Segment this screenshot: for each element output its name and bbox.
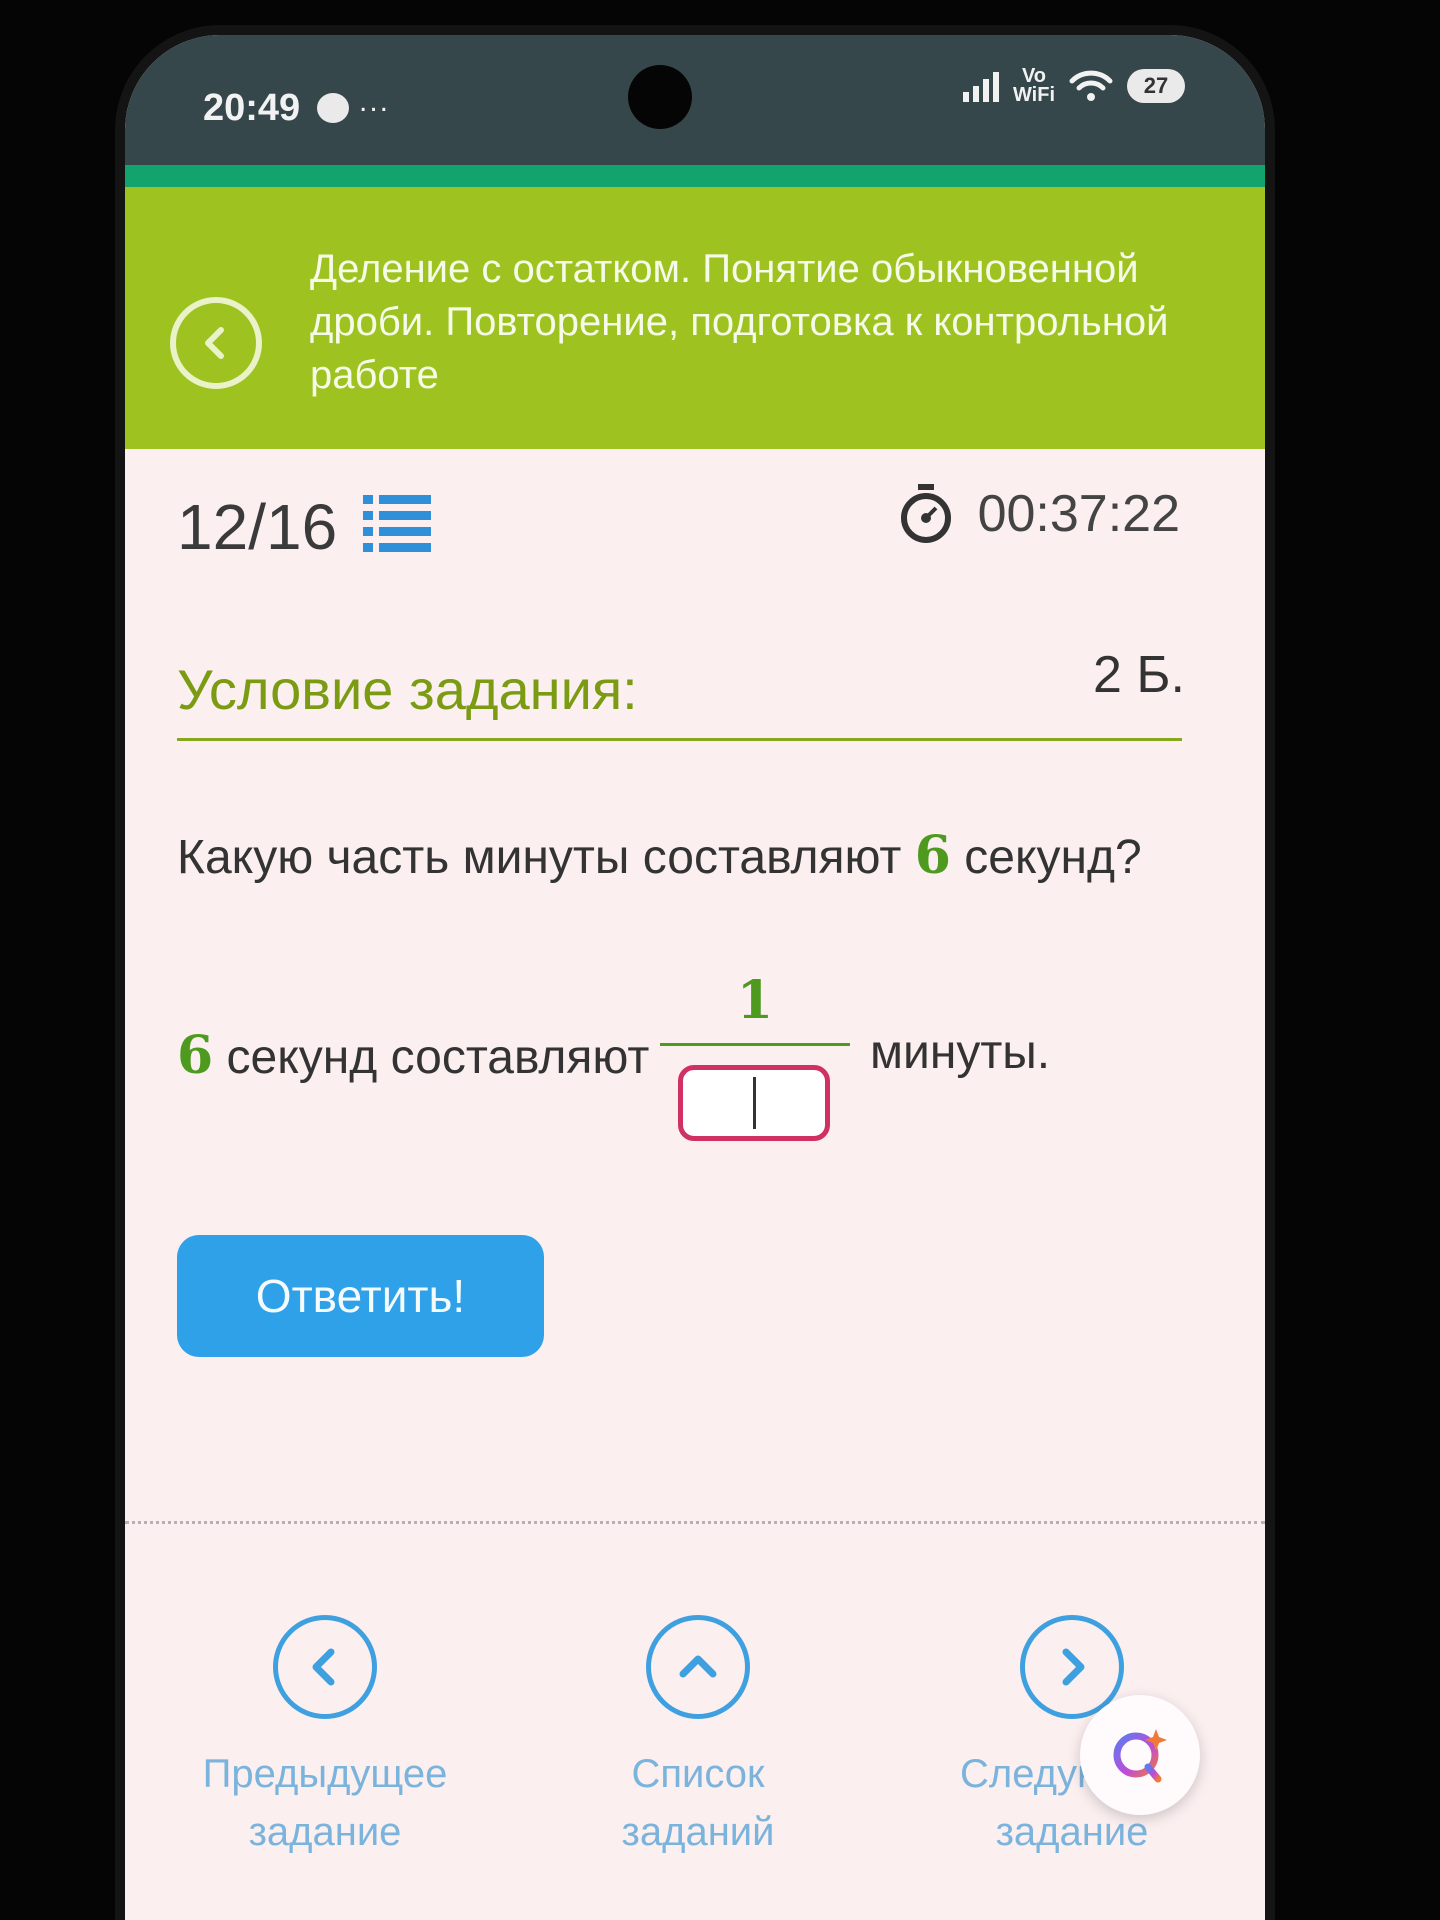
- wifi-icon: [1069, 69, 1113, 103]
- question-number: 6: [914, 825, 951, 886]
- condition-title: Условие задания:: [177, 658, 638, 721]
- chevron-right-icon: [1062, 1648, 1085, 1686]
- battery-icon: 27: [1127, 69, 1185, 103]
- fraction-bar: [660, 1043, 850, 1046]
- assistant-fab[interactable]: [1080, 1695, 1200, 1815]
- assistant-icon: [1113, 1729, 1167, 1783]
- status-notifications: ...: [317, 85, 390, 123]
- list-label[interactable]: Список заданий: [573, 1745, 823, 1861]
- task-list-icon[interactable]: [363, 491, 431, 562]
- status-time: 20:49: [203, 87, 301, 129]
- back-button[interactable]: [170, 297, 262, 389]
- condition-divider: [177, 738, 1182, 741]
- status-indicators: Vo WiFi 27: [962, 66, 1185, 106]
- phone-screen: 20:49 ... Vo WiFi 27 Деление с остатком.…: [125, 35, 1265, 1920]
- fraction-numerator: 1: [736, 970, 774, 1031]
- accent-strip: [125, 165, 1265, 187]
- chevron-left-icon: [312, 1648, 335, 1686]
- prev-circle[interactable]: [273, 1615, 377, 1719]
- answer-number: 6: [177, 1025, 214, 1086]
- footer-divider: [125, 1521, 1265, 1524]
- prev-label-line1: Предыдущее: [202, 1752, 448, 1796]
- question-after: секунд?: [950, 831, 1142, 884]
- prev-task-button[interactable]: Предыдущее задание: [200, 1615, 450, 1861]
- question-before: Какую часть минуты составляют: [177, 831, 915, 884]
- timer-value: 00:37:22: [977, 485, 1180, 543]
- answer-text: секунд составляют: [213, 1031, 650, 1084]
- submit-button[interactable]: Ответить!: [177, 1235, 544, 1357]
- list-label-line1: Список: [631, 1752, 765, 1796]
- task-counter: 12/16: [177, 491, 338, 563]
- lesson-header: Деление с остатком. Понятие обыкновенной…: [125, 187, 1265, 449]
- stopwatch-icon: [900, 484, 951, 543]
- notification-icon: [317, 93, 349, 123]
- lesson-title: Деление с остатком. Понятие обыкновенной…: [310, 247, 1169, 397]
- answer-fraction: 1: [660, 970, 850, 1150]
- status-bar: 20:49 ... Vo WiFi 27: [125, 35, 1265, 165]
- denominator-input[interactable]: [678, 1065, 830, 1141]
- list-label-line2: заданий: [621, 1810, 775, 1854]
- vowifi-bottom: WiFi: [1012, 84, 1055, 106]
- question-text: Какую часть минуты составляют 6 секунд?: [177, 825, 1142, 886]
- vowifi-icon: Vo WiFi: [1012, 66, 1055, 106]
- task-points: 2 Б.: [1093, 646, 1185, 704]
- answer-sentence: 6 секунд составляют: [177, 1025, 649, 1086]
- front-camera: [628, 65, 692, 129]
- text-caret: [752, 1077, 756, 1129]
- prev-label[interactable]: Предыдущее задание: [200, 1745, 450, 1861]
- list-circle[interactable]: [646, 1615, 750, 1719]
- prev-label-line2: задание: [248, 1810, 402, 1854]
- task-list-button[interactable]: Список заданий: [573, 1615, 823, 1861]
- answer-tail: минуты.: [870, 1026, 1051, 1079]
- chevron-left-icon: [205, 327, 224, 359]
- chevron-up-icon: [679, 1655, 717, 1678]
- signal-icon: [962, 70, 999, 102]
- more-notifications-icon: ...: [359, 85, 391, 118]
- timer: 00:37:22: [898, 483, 1180, 545]
